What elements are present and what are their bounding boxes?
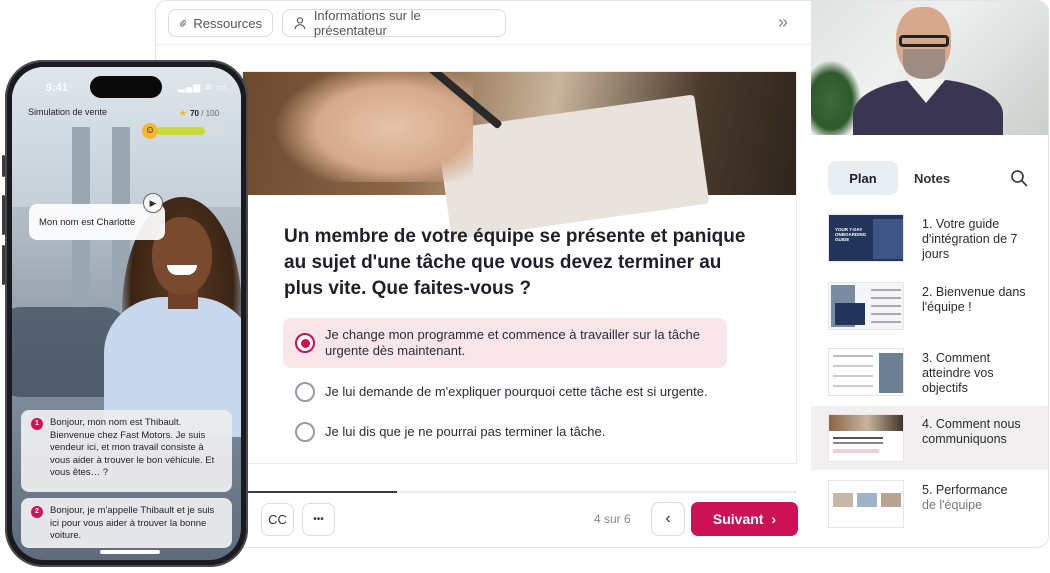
chapter-label: 1. Votre guide d'intégration de 7 jours	[922, 217, 1018, 261]
chapter-thumbnail	[828, 282, 904, 330]
slide-progress-bar[interactable]	[242, 491, 797, 493]
resources-label: Ressources	[193, 15, 262, 31]
score-meter-fill	[156, 127, 205, 135]
chapter-item[interactable]: 5. Performance de l'équipe	[811, 472, 1048, 536]
play-icon[interactable]: ▶	[143, 193, 163, 213]
question-text: Un membre de votre équipe se présente et…	[284, 226, 746, 299]
tab-plan[interactable]: Plan	[828, 161, 898, 195]
chapter-thumbnail: YOUR 7-DAY ONBOARDING GUIDE	[828, 214, 904, 262]
chat-message-1[interactable]: 1 Bonjour, mon nom est Thibault. Bienven…	[21, 410, 232, 492]
next-button[interactable]: Suivant ›	[691, 502, 798, 536]
chapter-thumbnail	[828, 480, 904, 528]
slide-header-image	[243, 72, 796, 240]
sidebar-tabs: Plan Notes	[828, 161, 1038, 195]
chevron-left-icon: ‹	[665, 510, 671, 527]
chapter-item[interactable]: YOUR 7-DAY ONBOARDING GUIDE 1. Votre gui…	[811, 206, 1048, 270]
resources-button[interactable]: Ressources	[168, 9, 273, 37]
score-max: / 100	[201, 109, 220, 118]
paperclip-icon	[180, 19, 186, 27]
answer-option-3-label: Je lui dis que je ne pourrai pas termine…	[325, 424, 606, 439]
chevron-right-icon: ›	[771, 511, 777, 527]
answer-option-3[interactable]: Je lui dis que je ne pourrai pas termine…	[283, 407, 727, 457]
chapter-label-muted: de l'équipe	[922, 498, 983, 512]
score-value: 70	[190, 109, 199, 118]
chapter-thumbnail	[828, 414, 904, 462]
chapter-thumbnail-text: YOUR 7-DAY ONBOARDING GUIDE	[835, 227, 867, 242]
slide-progress-fill	[242, 491, 398, 493]
presenter-info-button[interactable]: Informations sur le présentateur	[282, 8, 506, 38]
score-meter	[156, 127, 226, 135]
next-label: Suivant	[712, 511, 764, 527]
home-indicator	[100, 550, 160, 554]
phone-mockup: 9:41 ▂▄▆ ≋ ▭ Simulation de vente ★ 70 / 1…	[2, 60, 248, 567]
radio-icon[interactable]	[295, 382, 315, 402]
top-toolbar: Ressources Informations sur le présentat…	[156, 1, 811, 45]
answer-option-1-label: Je change mon programme et commence à tr…	[325, 327, 701, 358]
chapter-item[interactable]: 2. Bienvenue dans l'équipe !	[811, 274, 1048, 338]
stage: Ressources Informations sur le présentat…	[0, 0, 1050, 573]
chapter-label: 4. Comment nous communiquons	[922, 417, 1021, 446]
user-icon	[294, 17, 306, 30]
chat-message-2[interactable]: 2 Bonjour, je m'appelle Thibault et je s…	[21, 498, 232, 548]
chapter-label: 5. Performance de l'équipe	[922, 483, 1042, 513]
chapter-item-active[interactable]: 4. Comment nous communiquons	[811, 406, 1048, 470]
presenter-info-label: Informations sur le présentateur	[313, 8, 421, 38]
status-time: 9:41	[46, 82, 69, 94]
score-display: ★ 70 / 100	[179, 108, 219, 119]
previous-button[interactable]: ‹	[651, 502, 685, 536]
more-options-button[interactable]: •••	[302, 503, 335, 536]
chapter-label: 2. Bienvenue dans l'équipe !	[922, 285, 1026, 314]
dynamic-island	[90, 76, 162, 98]
simulation-title: Simulation de vente	[28, 107, 108, 117]
message-text: Bonjour, mon nom est Thibault. Bienvenue…	[50, 417, 215, 478]
chapter-label: 3. Comment atteindre vos objectifs	[922, 351, 994, 395]
collapse-sidebar-icon[interactable]: »	[773, 13, 793, 33]
chapter-item[interactable]: 3. Comment atteindre vos objectifs	[811, 340, 1048, 404]
radio-icon[interactable]	[295, 422, 315, 442]
tab-notes[interactable]: Notes	[904, 161, 960, 195]
course-window: Ressources Informations sur le présentat…	[155, 0, 1049, 548]
search-icon[interactable]	[1010, 169, 1028, 187]
answer-option-2-label: Je lui demande de m'expliquer pourquoi c…	[325, 384, 708, 399]
chapter-label-main: 5. Performance	[922, 483, 1008, 497]
smiley-icon: ☺	[142, 123, 158, 139]
radio-selected-icon[interactable]	[295, 333, 315, 353]
message-number-badge: 1	[31, 418, 43, 430]
status-icons: ▂▄▆ ≋ ▭	[178, 82, 227, 92]
message-text: Bonjour, je m'appelle Thibault et je sui…	[50, 505, 215, 541]
star-icon: ★	[179, 108, 188, 118]
chapter-thumbnail	[828, 348, 904, 396]
answer-option-1[interactable]: Je change mon programme et commence à tr…	[283, 318, 727, 368]
slide-content: Un membre de votre équipe se présente et…	[242, 71, 797, 464]
phone-screen: 9:41 ▂▄▆ ≋ ▭ Simulation de vente ★ 70 / 1…	[12, 67, 241, 560]
captions-button[interactable]: CC	[261, 503, 294, 536]
message-number-badge: 2	[31, 506, 43, 518]
page-counter: 4 sur 6	[594, 512, 631, 526]
presenter-video[interactable]	[811, 1, 1048, 135]
